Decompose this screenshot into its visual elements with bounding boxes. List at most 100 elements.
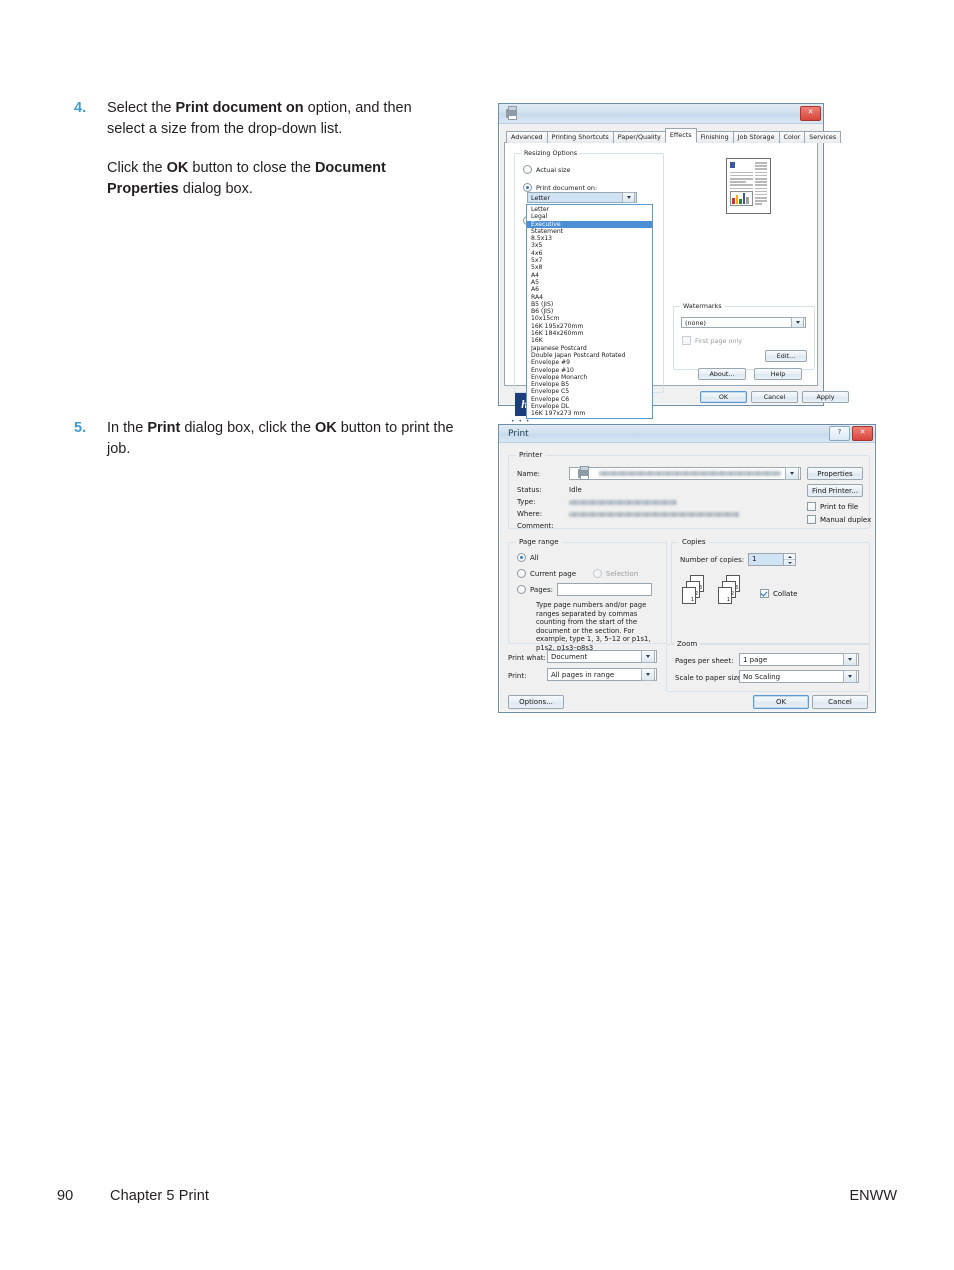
ok-button[interactable]: OK [700,391,747,403]
print-dialog-body: Printer Name: Properties Status: Idle Ty… [499,443,875,713]
uncollated-preview-icon: 3 2 1 [682,575,708,605]
tab-effects[interactable]: Effects [664,128,697,143]
radio-dot-icon [517,569,526,578]
list-item[interactable]: A5 [527,279,652,286]
copies-group-label: Copies [679,538,709,546]
help-icon[interactable]: ? [829,426,850,441]
list-item[interactable]: B5 (JIS) [527,301,652,308]
chevron-down-icon[interactable] [785,467,799,480]
collate-label: Collate [773,589,798,598]
checkbox-print-to-file[interactable]: Print to file [807,502,858,511]
list-item-selected[interactable]: Executive [527,220,652,228]
chevron-down-icon[interactable] [843,670,857,683]
chapter-label: Chapter 5 Print [110,1188,210,1204]
checkbox-collate[interactable]: Collate [760,589,797,598]
preview-right-column [754,162,767,206]
tab-printing-shortcuts[interactable]: Printing Shortcuts [546,131,614,143]
list-item[interactable]: 16K 184x260mm [527,330,652,337]
list-item[interactable]: 16K 195x270mm [527,323,652,330]
list-item[interactable]: 10x15cm [527,315,652,322]
cancel-button[interactable]: Cancel [751,391,798,403]
step4-p2-c: button to close the [188,160,315,176]
list-item[interactable]: A6 [527,286,652,293]
chevron-down-icon[interactable] [622,192,635,203]
print-to-file-label: Print to file [820,502,859,511]
tab-services[interactable]: Services [804,131,842,143]
manual-page: 4. Select the Print document on option, … [0,0,954,1270]
chevron-down-icon[interactable] [791,317,804,328]
tab-color[interactable]: Color [778,131,806,143]
list-item[interactable]: 16K [527,337,652,344]
list-item[interactable]: 3x5 [527,242,652,249]
collated-preview-icon: 3 2 1 [718,575,744,605]
chevron-down-icon[interactable] [843,653,857,666]
list-item[interactable]: Envelope DL [527,403,652,410]
list-item[interactable]: Envelope C6 [527,396,652,403]
number-of-copies-input[interactable]: 1 [748,553,796,566]
tab-finishing[interactable]: Finishing [695,131,734,143]
page-range-group-label: Page range [516,538,562,546]
list-item[interactable]: Envelope B5 [527,381,652,388]
radio-selection: Selection [593,569,638,578]
step4-p1-a: Select the [107,100,176,116]
step-number: 4. [74,100,87,116]
checkbox-manual-duplex[interactable]: Manual duplex [807,515,871,524]
chevron-down-icon[interactable] [641,650,655,663]
print-range-combo[interactable]: All pages in range [547,668,657,681]
radio-all-pages[interactable]: All [517,553,539,562]
printer-name-combo[interactable] [569,466,801,480]
tab-job-storage[interactable]: Job Storage [732,131,780,143]
radio-print-document-on[interactable]: Print document on: [523,183,597,192]
list-item[interactable]: 16K 197x273 mm [527,410,652,417]
paper-size-dropdown-list[interactable]: Letter Legal Executive Statement 8.5x13 … [526,204,653,419]
list-item[interactable]: B6 (JIS) [527,308,652,315]
list-item[interactable]: Letter [527,206,652,213]
list-item[interactable]: Envelope C5 [527,388,652,395]
about-button[interactable]: About... [698,368,746,380]
print-ok-button[interactable]: OK [753,695,809,709]
find-printer-button[interactable]: Find Printer... [807,484,863,497]
chevron-down-icon[interactable] [641,668,655,681]
apply-button[interactable]: Apply [802,391,849,403]
pages-per-sheet-combo[interactable]: 1 page [739,653,859,666]
print-cancel-button[interactable]: Cancel [812,695,868,709]
checkbox-first-page-only[interactable]: First page only [682,336,742,345]
close-icon[interactable]: ✕ [800,106,821,121]
radio-print-document-on-label: Print document on: [536,183,598,192]
list-item[interactable]: RA4 [527,294,652,301]
paper-size-combo[interactable]: Letter [527,192,637,203]
list-item[interactable]: Statement [527,228,652,235]
radio-current-page[interactable]: Current page [517,569,576,578]
tab-paper-quality[interactable]: Paper/Quality [612,131,666,143]
printer-name-value [599,471,781,476]
radio-pages[interactable]: Pages: [517,585,553,594]
tab-advanced[interactable]: Advanced [506,131,548,143]
list-item[interactable]: 8.5x13 [527,235,652,242]
list-item[interactable]: 5x8 [527,264,652,271]
print-what-combo[interactable]: Document [547,650,657,663]
pages-input[interactable] [557,583,652,596]
quantity-stepper[interactable] [783,554,795,565]
list-item[interactable]: Japanese Postcard [527,345,652,352]
help-button[interactable]: Help [754,368,802,380]
list-item[interactable]: 4x6 [527,250,652,257]
options-button[interactable]: Options... [508,695,564,709]
watermark-combo[interactable]: (none) [681,317,806,328]
page-sheet: 1 [718,587,732,604]
list-item[interactable]: Envelope #9 [527,359,652,366]
printer-name-label: Name: [517,470,541,478]
page-number: 90 [57,1188,74,1204]
radio-actual-size[interactable]: Actual size [523,165,570,174]
watermark-edit-button[interactable]: Edit... [765,350,807,362]
scale-to-paper-size-combo[interactable]: No Scaling [739,670,859,683]
document-properties-dialog: ✕ Advanced Printing Shortcuts Paper/Qual… [498,103,849,425]
close-icon[interactable]: ✕ [852,426,873,441]
list-item[interactable]: A4 [527,272,652,279]
list-item[interactable]: Envelope Monarch [527,374,652,381]
properties-button[interactable]: Properties [807,467,863,480]
list-item[interactable]: Envelope #10 [527,367,652,374]
paper-size-combo-value: Letter [531,193,550,202]
list-item[interactable]: 5x7 [527,257,652,264]
list-item[interactable]: Double Japan Postcard Rotated [527,352,652,359]
list-item[interactable]: Legal [527,213,652,220]
